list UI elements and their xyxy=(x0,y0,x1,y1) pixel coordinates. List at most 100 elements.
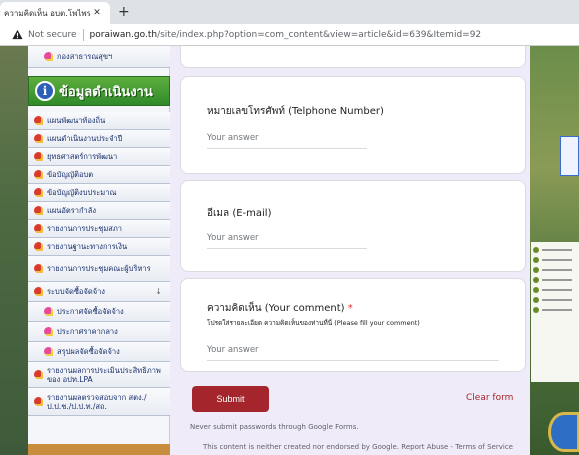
sidebar-item-label: ยุทธศาสตร์การพัฒนา xyxy=(47,152,118,161)
sidebar-menu: กองสาธารณสุขฯ i ข้อมูลดำเนินงาน แผนพัฒนา… xyxy=(28,46,170,455)
list-item[interactable] xyxy=(533,276,577,284)
question-title: หมายเลขโทรศัพท์ (Telphone Number) xyxy=(207,106,384,117)
person-icon xyxy=(533,297,539,303)
question-card-phone: หมายเลขโทรศัพท์ (Telphone Number) Your a… xyxy=(180,76,526,174)
sidebar-item-audit-report[interactable]: รายงานผลตรวจสอบจาก สตง./ป.ป.ช./ป.ป.ท./สถ… xyxy=(28,388,170,416)
flower-icon xyxy=(44,307,53,316)
flower-icon xyxy=(34,224,43,233)
sidebar-subitem-procurement-summary[interactable]: สรุปผลจัดซื้อจัดจ้าง xyxy=(28,342,170,362)
tab-title: ความคิดเห็น อบต.โพไพร xyxy=(4,8,90,18)
sidebar-item-label: ข้อบัญญัติอบต xyxy=(47,170,94,179)
sidebar-item-council-report[interactable]: รายงานการประชุมสภา xyxy=(28,220,170,238)
browser-tab[interactable]: ความคิดเห็น อบต.โพไพร ✕ xyxy=(0,2,110,24)
sidebar-item-health[interactable]: กองสาธารณสุขฯ xyxy=(28,46,170,68)
question-title: อีเมล (E-mail) xyxy=(207,208,272,219)
sidebar-section-header: i ข้อมูลดำเนินงาน xyxy=(28,76,170,106)
new-tab-button[interactable]: + xyxy=(118,3,130,21)
sidebar-item-label: รายงานผลตรวจสอบจาก สตง./ป.ป.ช./ป.ป.ท./สถ… xyxy=(47,392,147,411)
flower-icon xyxy=(34,242,43,251)
sidebar-item-label: กองสาธารณสุขฯ xyxy=(57,52,113,61)
address-bar[interactable]: Not secure poraiwan.go.th/site/index.php… xyxy=(0,24,579,46)
sidebar-item-label: แผนพัฒนาท้องถิ่น xyxy=(47,116,106,125)
person-icon xyxy=(533,287,539,293)
text-line xyxy=(542,309,572,311)
sidebar-item-label: ประกาศราคากลาง xyxy=(57,327,118,336)
flower-icon xyxy=(44,52,53,61)
flower-icon xyxy=(34,116,43,125)
sidebar-item-annual-plan[interactable]: แผนดำเนินงานประจำปี xyxy=(28,130,170,148)
sidebar-item-label: แผนอัตรากำลัง xyxy=(47,206,96,215)
not-secure-label[interactable]: Not secure xyxy=(28,30,77,40)
flower-icon xyxy=(34,170,43,179)
sidebar-item-label: ประกาศจัดซื้อจัดจ้าง xyxy=(57,307,124,316)
text-line xyxy=(542,259,572,261)
flower-icon xyxy=(44,347,53,356)
url-path: /site/index.php?option=com_content&view=… xyxy=(157,29,482,40)
sidebar-item-label: รายงานการประชุมสภา xyxy=(47,224,122,233)
sidebar-subitem-procurement-notice[interactable]: ประกาศจัดซื้อจัดจ้าง xyxy=(28,302,170,322)
sidebar-item-finance-report[interactable]: รายงานฐานะทางการเงิน xyxy=(28,238,170,256)
footer-disclaimer: This content is neither created nor endo… xyxy=(203,443,513,451)
flower-icon xyxy=(34,264,43,273)
url-text[interactable]: poraiwan.go.th/site/index.php?option=com… xyxy=(90,30,482,40)
list-item[interactable] xyxy=(533,266,577,274)
submit-button[interactable]: Submit xyxy=(192,386,269,412)
text-line xyxy=(542,269,572,271)
sidebar-item-label: สรุปผลจัดซื้อจัดจ้าง xyxy=(57,347,120,356)
required-mark: * xyxy=(347,303,353,314)
divider xyxy=(82,28,84,41)
list-item[interactable] xyxy=(533,296,577,304)
sidebar-item-strategy[interactable]: ยุทธศาสตร์การพัฒนา xyxy=(28,148,170,166)
footer-note: Never submit passwords through Google Fo… xyxy=(190,423,359,431)
person-icon xyxy=(533,257,539,263)
flower-icon xyxy=(34,397,43,406)
person-icon xyxy=(533,277,539,283)
sidebar-item-label: ระบบจัดซื้อจัดจ้าง xyxy=(47,287,105,296)
flower-icon xyxy=(44,327,53,336)
question-card-email: อีเมล (E-mail) Your answer xyxy=(180,180,526,272)
warning-icon xyxy=(12,29,23,40)
clear-form-button[interactable]: Clear form xyxy=(466,393,513,403)
list-item[interactable] xyxy=(533,286,577,294)
flower-icon xyxy=(34,287,43,296)
sidebar-item-local-plan[interactable]: แผนพัฒนาท้องถิ่น xyxy=(28,112,170,130)
chart-icon xyxy=(533,307,539,313)
list-item[interactable] xyxy=(533,246,577,254)
list-item[interactable] xyxy=(533,256,577,264)
text-line xyxy=(542,299,572,301)
email-input[interactable]: Your answer xyxy=(207,233,367,249)
person-icon xyxy=(533,267,539,273)
text-line xyxy=(542,249,572,251)
flower-icon xyxy=(34,206,43,215)
banner-sign xyxy=(560,136,579,176)
question-description: โปรดใส่รายละเอียด ความคิดเห็นของท่านที่น… xyxy=(207,319,420,327)
question-card-comment: ความคิดเห็น (Your comment) * โปรดใส่รายล… xyxy=(180,278,526,372)
arrow-down-icon[interactable]: ↓ xyxy=(155,287,162,296)
phone-input[interactable]: Your answer xyxy=(207,133,367,149)
comment-input[interactable]: Your answer xyxy=(207,345,499,361)
sidebar-item-label: ข้อบัญญัติงบประมาณ xyxy=(47,188,117,197)
close-icon[interactable]: ✕ xyxy=(90,8,104,18)
sidebar-item-procurement[interactable]: ระบบจัดซื้อจัดจ้าง ↓ xyxy=(28,282,170,302)
flower-icon xyxy=(34,370,43,379)
sidebar-item-manpower[interactable]: แผนอัตรากำลัง xyxy=(28,202,170,220)
sidebar-item-label: รายงานผลการประเมินประสิทธิภาพของ อปท.LPA xyxy=(47,365,161,384)
url-host: poraiwan.go.th xyxy=(89,29,158,40)
question-title-text: ความคิดเห็น (Your comment) xyxy=(207,303,345,314)
question-card-previous xyxy=(180,46,526,68)
flower-icon xyxy=(34,152,43,161)
sidebar-item-label: รายงานฐานะทางการเงิน xyxy=(47,242,128,251)
sidebar-item-executive-report[interactable]: รายงานการประชุมคณะผู้บริหาร xyxy=(28,256,170,282)
section-title: ข้อมูลดำเนินงาน xyxy=(59,84,153,100)
emblem-icon xyxy=(548,412,579,452)
list-item[interactable] xyxy=(533,306,577,314)
sidebar-item-budget[interactable]: ข้อบัญญัติงบประมาณ xyxy=(28,184,170,202)
sidebar-item-label: แผนดำเนินงานประจำปี xyxy=(47,134,123,143)
person-icon xyxy=(533,247,539,253)
info-icon: i xyxy=(35,81,55,101)
sidebar-item-lpa-report[interactable]: รายงานผลการประเมินประสิทธิภาพของ อปท.LPA xyxy=(28,362,170,388)
text-line xyxy=(542,289,572,291)
sidebar-item-regulations[interactable]: ข้อบัญญัติอบต xyxy=(28,166,170,184)
sidebar-subitem-median-price[interactable]: ประกาศราคากลาง xyxy=(28,322,170,342)
sidebar-item-label: รายงานการประชุมคณะผู้บริหาร xyxy=(47,264,151,273)
